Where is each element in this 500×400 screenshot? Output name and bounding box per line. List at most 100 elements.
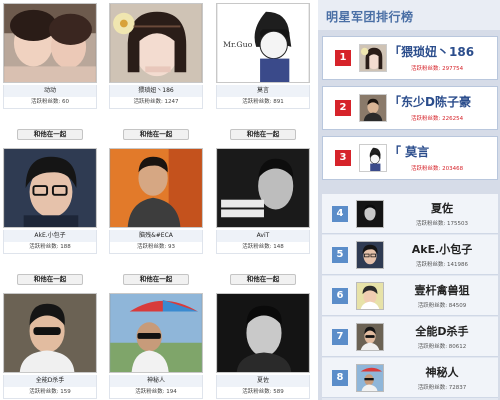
join-button[interactable]: 和他在一起	[123, 274, 189, 285]
cartoon-mrguo-photo: Mr.Guo	[217, 4, 309, 82]
card-fans: 活跃粉丝数: 148	[216, 242, 310, 254]
join-button[interactable]: 和他在一起	[123, 129, 189, 140]
ranking-fans: 活跃粉丝数: 84509	[390, 301, 494, 309]
join-button[interactable]: 和他在一起	[17, 274, 83, 285]
card-fans: 活跃粉丝数: 891	[216, 97, 310, 109]
ranking-name[interactable]: 神秘人	[390, 364, 494, 380]
rank-number-badge: 4	[332, 206, 348, 222]
man-umbrella-photo	[357, 365, 383, 391]
fans-label: 活跃粉丝数:	[415, 262, 446, 268]
boy-glasses-photo	[4, 149, 96, 227]
ranking-fans: 活跃粉丝数: 203468	[411, 164, 463, 172]
rank-number-badge: 3	[335, 150, 351, 166]
avatar[interactable]	[109, 148, 203, 228]
join-button[interactable]: 和他在一起	[230, 129, 296, 140]
card-fans: 活跃粉丝数: 93	[109, 242, 203, 254]
ranking-top-item[interactable]: 2 「东少D陈子豪 活跃粉丝数: 226254	[322, 86, 498, 130]
join-button[interactable]: 和他在一起	[17, 129, 83, 140]
fans-count: 148	[273, 244, 284, 250]
ranking-name[interactable]: 夏佐	[390, 200, 494, 216]
fans-count: 72837	[448, 385, 467, 391]
ranking-list-item[interactable]: 4 夏佐 活跃粉丝数: 175503	[322, 194, 498, 234]
fans-count: 93	[168, 244, 176, 250]
avatar[interactable]	[216, 148, 310, 228]
card-name[interactable]: 猥琐妞丶186	[109, 85, 203, 97]
fans-label: 活跃粉丝数:	[242, 99, 272, 105]
avatar[interactable]	[3, 148, 97, 228]
rank-number-badge: 8	[332, 370, 348, 386]
avatar[interactable]	[356, 364, 384, 392]
fans-count: 203468	[442, 166, 464, 172]
ranking-name[interactable]: 「东少D陈子豪	[389, 93, 471, 110]
join-button[interactable]: 和他在一起	[230, 274, 296, 285]
girl-flower-photo	[110, 4, 202, 82]
rank-number-badge: 2	[335, 100, 351, 116]
girl-flower-photo	[360, 45, 386, 71]
ranking-name[interactable]: 「猥琐妞丶186	[389, 43, 474, 60]
avatar[interactable]	[359, 94, 387, 122]
man-bw-poster-photo	[217, 149, 309, 227]
ranking-fans: 活跃粉丝数: 72837	[390, 383, 494, 391]
ranking-list-item[interactable]: 8 神秘人 活跃粉丝数: 72837	[322, 358, 498, 398]
fans-count: 60	[62, 99, 70, 105]
fans-label: 活跃粉丝数:	[411, 116, 441, 122]
man-umbrella-photo	[110, 294, 202, 372]
fans-label: 活跃粉丝数:	[135, 389, 165, 395]
fans-count: 589	[273, 389, 284, 395]
card-name[interactable]: 神秘人	[109, 375, 203, 387]
ranking-panel: 明星军团排行榜 1 「猥琐妞丶186 活跃粉丝数: 297754 2 「东少D陈…	[318, 0, 500, 400]
ranking-name[interactable]: AkE.小包子	[390, 241, 494, 257]
avatar[interactable]	[216, 293, 310, 373]
rank-number-badge: 5	[332, 247, 348, 263]
fans-count: 194	[166, 389, 177, 395]
fans-label: 活跃粉丝数:	[417, 385, 448, 391]
ranking-name[interactable]: 「 莫言	[389, 143, 429, 160]
ranking-list-item[interactable]: 7 全能D杀手 活跃粉丝数: 80612	[322, 317, 498, 357]
fans-label: 活跃粉丝数:	[29, 244, 59, 250]
avatar[interactable]	[359, 144, 387, 172]
girl-selfie-photo	[4, 4, 96, 82]
card-name[interactable]: 脑残&#ECA	[109, 230, 203, 242]
avatar[interactable]	[359, 44, 387, 72]
ranking-fans: 活跃粉丝数: 226254	[411, 114, 463, 122]
man-bw-portrait-photo	[217, 294, 309, 372]
ranking-list-item[interactable]: 5 AkE.小包子 活跃粉丝数: 141986	[322, 235, 498, 275]
avatar[interactable]	[109, 3, 203, 83]
card-fans: 活跃粉丝数: 60	[3, 97, 97, 109]
card-fans: 活跃粉丝数: 188	[3, 242, 97, 254]
avatar[interactable]	[356, 323, 384, 351]
ranking-name[interactable]: 壹杆禽兽狙	[390, 282, 494, 298]
rank-number-badge: 1	[335, 50, 351, 66]
star-grid: 动动 活跃粉丝数: 60 和他在一起 猥琐妞丶186 活跃粉丝数: 1247 和…	[0, 0, 318, 400]
fans-count: 175503	[447, 221, 469, 227]
card-name[interactable]: AviT	[216, 230, 310, 242]
ranking-fans: 活跃粉丝数: 175503	[390, 219, 494, 227]
rank-number-badge: 6	[332, 288, 348, 304]
avatar[interactable]	[109, 293, 203, 373]
avatar[interactable]	[356, 200, 384, 228]
fans-label: 活跃粉丝数:	[30, 99, 61, 105]
fans-count: 84509	[448, 303, 467, 309]
ranking-list-item[interactable]: 6 壹杆禽兽狙 活跃粉丝数: 84509	[322, 276, 498, 316]
ranking-top-item[interactable]: 1 「猥琐妞丶186 活跃粉丝数: 297754	[322, 36, 498, 80]
ranking-fans: 活跃粉丝数: 80612	[390, 342, 494, 350]
avatar[interactable]: Mr.Guo	[216, 3, 310, 83]
card-name[interactable]: 夏佐	[216, 375, 310, 387]
man-avatar-photo	[360, 95, 386, 121]
avatar[interactable]	[356, 282, 384, 310]
card-name[interactable]: 全能D杀手	[3, 375, 97, 387]
fans-label: 活跃粉丝数:	[415, 221, 446, 227]
fans-count: 80612	[448, 344, 467, 350]
ranking-top-item[interactable]: 3 「 莫言 活跃粉丝数: 203468	[322, 136, 498, 180]
avatar[interactable]	[3, 3, 97, 83]
avatar[interactable]	[3, 293, 97, 373]
fans-count: 159	[60, 389, 71, 395]
ranking-fans: 活跃粉丝数: 297754	[411, 64, 463, 72]
rank-number-badge: 7	[332, 329, 348, 345]
card-fans: 活跃粉丝数: 159	[3, 387, 97, 399]
card-name[interactable]: AkE.小包子	[3, 230, 97, 242]
ranking-name[interactable]: 全能D杀手	[390, 323, 494, 339]
card-name[interactable]: 动动	[3, 85, 97, 97]
avatar[interactable]	[356, 241, 384, 269]
card-name[interactable]: 莫言	[216, 85, 310, 97]
